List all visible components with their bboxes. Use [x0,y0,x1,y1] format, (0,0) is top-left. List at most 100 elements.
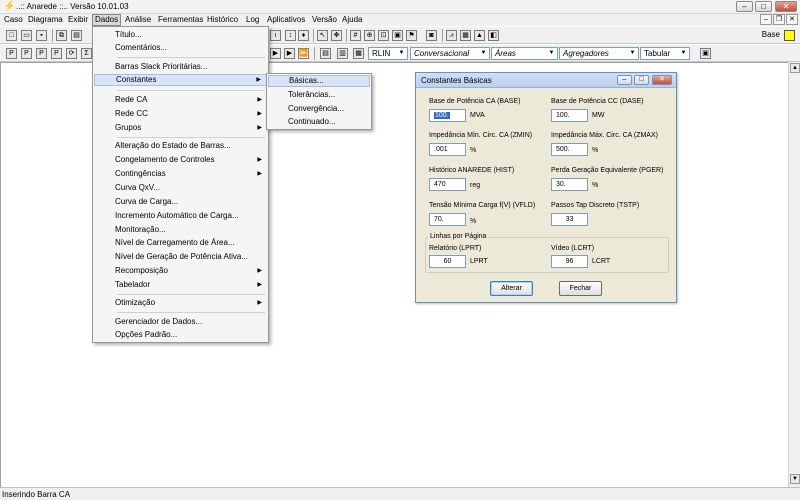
menu-item-basicas[interactable]: Básicas... [268,75,370,87]
scroll-up-icon[interactable]: ▲ [790,63,800,73]
menu-item-barras-slack[interactable]: Barras Slack Prioritárias... [94,61,267,73]
view-icon[interactable]: ◙ [426,30,437,41]
menu-item-curva-carga[interactable]: Curva de Carga... [94,196,267,208]
menu-log[interactable]: Log [244,14,261,26]
dialog-titlebar[interactable]: Constantes Básicas – □ ✕ [416,73,676,88]
menu-historico[interactable]: Histórico [205,14,240,26]
mdi-minimize-icon[interactable]: – [760,14,772,25]
menu-ajuda[interactable]: Ajuda [340,14,364,26]
menu-item-constantes[interactable]: Constantes ▶ [94,74,267,86]
base-input[interactable]: 100. [429,109,466,122]
menu-ferramentas[interactable]: Ferramentas [156,14,205,26]
menu-versao[interactable]: Versão [310,14,339,26]
dialog-minimize-icon[interactable]: – [617,75,632,85]
menu-exibir[interactable]: Exibir [66,14,90,26]
menu-aplicativos[interactable]: Aplicativos [265,14,307,26]
menu-item-otimizacao[interactable]: Otimização ▶ [94,297,267,309]
run-pwf3-icon[interactable]: P [36,48,47,59]
fast-forward-icon[interactable]: ⏩ [298,48,309,59]
menu-item-nivel-geracao[interactable]: Nível de Geração de Potência Ativa... [94,251,267,263]
monitor-icon[interactable]: ▤ [320,48,331,59]
view-type-select[interactable]: Tabular ▼ [640,47,690,60]
alterar-button[interactable]: Alterar [490,281,533,296]
dialog-maximize-icon[interactable]: □ [634,75,649,85]
method-select[interactable]: RLIN ▼ [368,47,408,60]
table-icon[interactable]: ▦ [460,30,471,41]
run-pwf2-icon[interactable]: P [21,48,32,59]
maximize-button[interactable]: □ [755,1,772,12]
vertical-arrows-icon[interactable]: ↕ [285,30,296,41]
report-icon[interactable]: ▥ [337,48,348,59]
save-icon[interactable]: ▪ [36,30,47,41]
calc-icon[interactable]: Σ [81,48,92,59]
menu-item-rede-ca[interactable]: Rede CA ▶ [94,94,267,106]
new-file-icon[interactable]: □ [6,30,17,41]
palette-icon[interactable]: ◧ [488,30,499,41]
menu-item-recomposicao[interactable]: Recomposição ▶ [94,265,267,277]
menu-item-congelamento[interactable]: Congelamento de Controles ▶ [94,154,267,166]
menu-item-opcoes-padrao[interactable]: Opções Padrão... [94,329,267,341]
menu-item-grupos[interactable]: Grupos ▶ [94,122,267,134]
scroll-down-icon[interactable]: ▼ [790,474,800,484]
step-icon[interactable]: ▶ [284,48,295,59]
fechar-button[interactable]: Fechar [559,281,602,296]
menu-item-tolerancias[interactable]: Tolerâncias... [268,89,370,101]
menu-analise[interactable]: Análise [123,14,153,26]
tstp-input[interactable]: 33 [551,213,588,226]
mdi-restore-icon[interactable]: ❐ [773,14,785,25]
menu-dados[interactable]: Dados [92,14,122,26]
lcrt-input[interactable]: 96 [551,255,588,268]
menu-caso[interactable]: Caso [2,14,25,26]
copy-icon[interactable]: ⧉ [56,30,67,41]
pger-input[interactable]: 30. [551,178,588,191]
mode-select[interactable]: Conversacional ▼ [410,47,490,60]
menu-item-curva-qxv[interactable]: Curva QxV... [94,182,267,194]
menu-item-contingencias[interactable]: Contingências ▶ [94,168,267,180]
pointer-icon[interactable]: ↖ [317,30,328,41]
areas-select[interactable]: Áreas ▼ [491,47,558,60]
window-icon[interactable]: ▣ [392,30,403,41]
run-pwf-icon[interactable]: P [6,48,17,59]
menu-item-incremento-carga[interactable]: Incremento Automático de Carga... [94,210,267,222]
hist-input[interactable]: 470 [429,178,466,191]
zoom-icon[interactable]: ⊕ [364,30,375,41]
menu-item-monitoracao[interactable]: Monitoração... [94,224,267,236]
open-folder-icon[interactable]: ▭ [21,30,32,41]
mdi-close-icon[interactable]: ✕ [786,14,798,25]
menu-item-titulo[interactable]: Título... [94,29,267,41]
menu-item-convergencia[interactable]: Convergência... [268,103,370,115]
menu-item-nivel-carregamento[interactable]: Nível de Carregamento de Área... [94,237,267,249]
menu-item-alteracao-estado[interactable]: Alteração do Estado de Barras... [94,140,267,152]
color-icon[interactable]: ▲ [474,30,485,41]
vertical-scrollbar[interactable]: ▲ ▼ [788,62,800,487]
toggle-icon[interactable]: ı [270,30,281,41]
chart-icon[interactable]: ⩘ [446,30,457,41]
flag-icon[interactable]: ⚑ [406,30,417,41]
zmax-input[interactable]: 500. [551,143,588,156]
zoom-fit-icon[interactable]: ⊡ [378,30,389,41]
menu-item-comentarios[interactable]: Comentários... [94,42,267,54]
export-icon[interactable]: ▦ [353,48,364,59]
play-icon[interactable]: ▶ [270,48,281,59]
run-pwf4-icon[interactable]: P [51,48,62,59]
base-color-swatch[interactable] [784,30,795,41]
marker-icon[interactable]: ♦ [298,30,309,41]
dase-input[interactable]: 100. [551,109,588,122]
menu-diagrama[interactable]: Diagrama [26,14,65,26]
print-icon[interactable]: ▤ [71,30,82,41]
close-button[interactable]: ✕ [775,1,797,12]
menu-item-rede-cc[interactable]: Rede CC ▶ [94,108,267,120]
dialog-close-icon[interactable]: ✕ [652,75,672,85]
menu-item-gerenciador[interactable]: Gerenciador de Dados... [94,316,267,328]
vfld-input[interactable]: 70. [429,213,466,226]
lprt-input[interactable]: 60 [429,255,466,268]
pan-icon[interactable]: ✥ [331,30,342,41]
zmin-input[interactable]: .001 [429,143,466,156]
grid-icon[interactable]: # [350,30,361,41]
menu-item-continuado[interactable]: Continuado... [268,116,370,128]
refresh-icon[interactable]: ⟳ [66,48,77,59]
minimize-button[interactable]: – [736,1,753,12]
menu-item-tabelador[interactable]: Tabelador ▶ [94,279,267,291]
execute-icon[interactable]: ▣ [700,48,711,59]
agregadores-select[interactable]: Agregadores ▼ [559,47,639,60]
